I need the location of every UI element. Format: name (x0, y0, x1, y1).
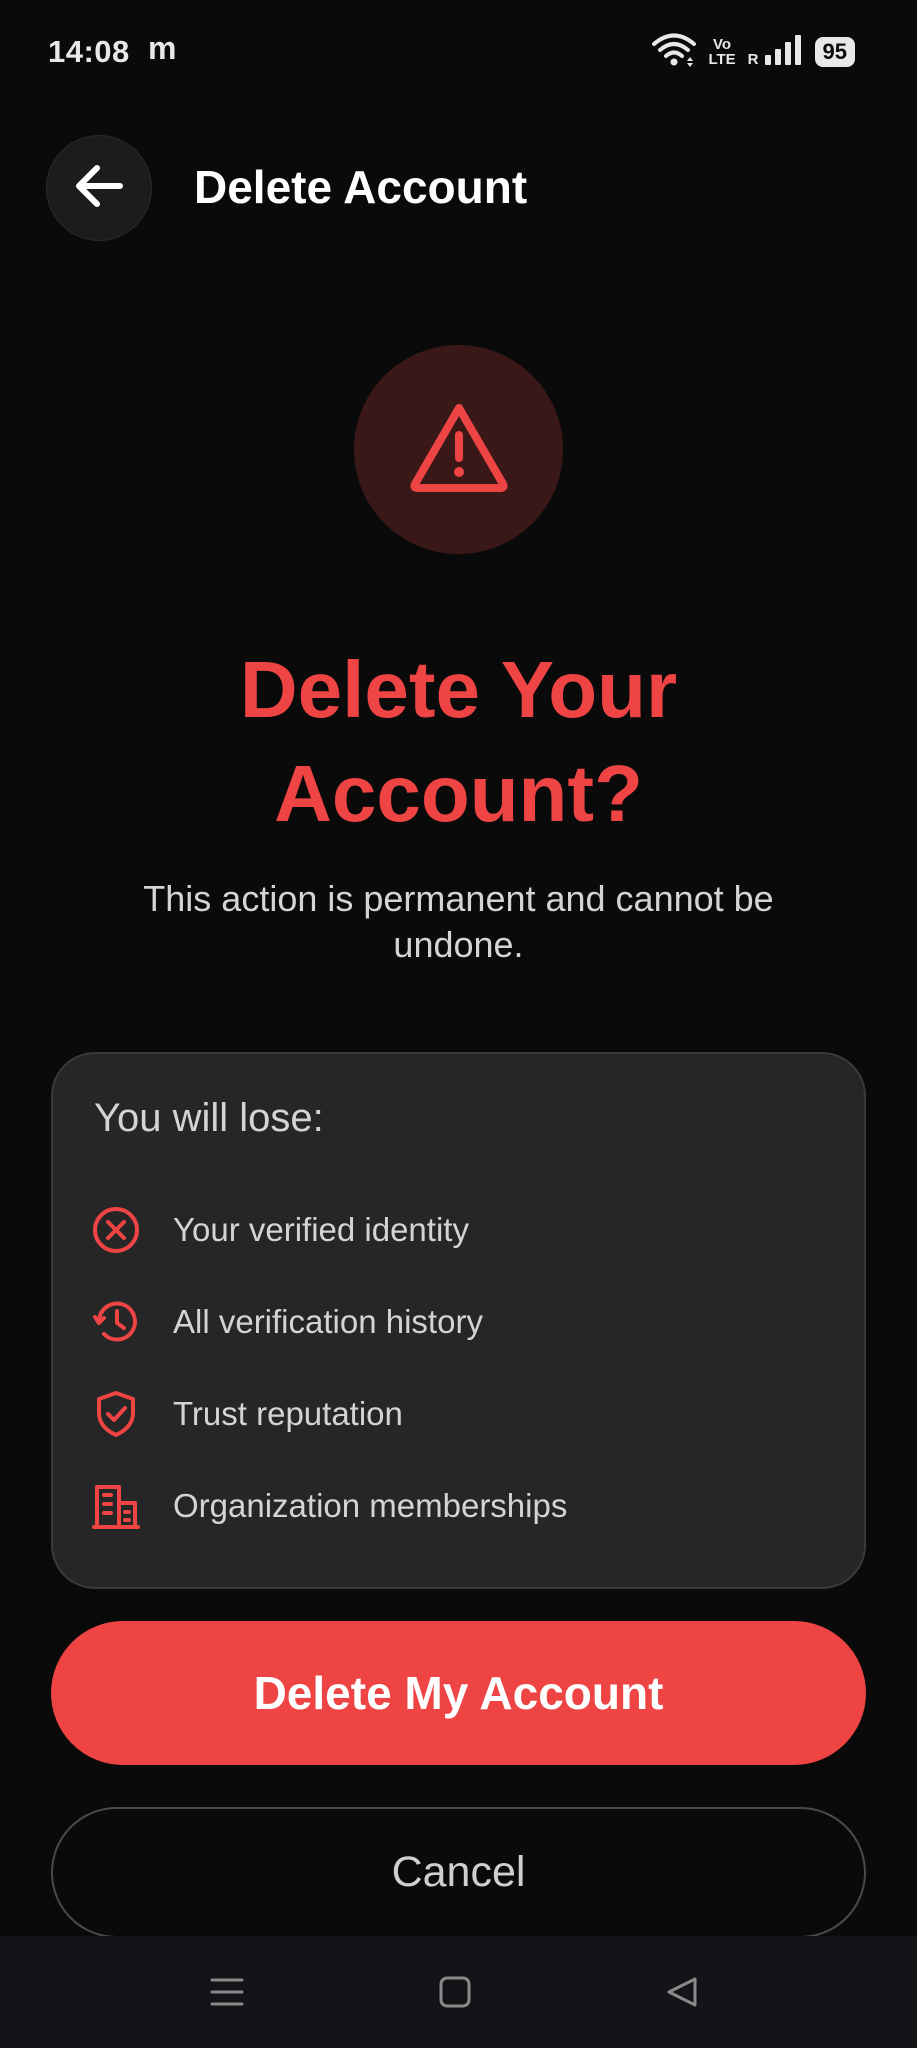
list-item-label: Organization memberships (173, 1487, 568, 1524)
building-icon (91, 1481, 141, 1531)
status-app-indicator: m (148, 30, 177, 66)
warning-triangle-icon (409, 402, 509, 497)
status-bar: 14:08 m Vo LTE R 95 (0, 0, 917, 105)
list-item: All verification history (91, 1294, 483, 1350)
menu-icon[interactable] (199, 1964, 255, 2020)
arrow-left-icon (74, 163, 124, 214)
page-title: Delete Account (194, 161, 528, 213)
warning-title: Delete Your Account? (0, 638, 917, 846)
status-time: 14:08 (48, 34, 130, 69)
list-item: Organization memberships (91, 1478, 567, 1534)
x-circle-icon (91, 1205, 141, 1255)
list-item-label: Your verified identity (173, 1211, 469, 1248)
loss-heading: You will lose: (94, 1096, 324, 1140)
home-icon[interactable] (427, 1964, 483, 2020)
volte-indicator: Vo LTE (708, 37, 735, 67)
cancel-button[interactable]: Cancel (51, 1807, 866, 1938)
system-nav-bar (0, 1936, 917, 2048)
warning-subtitle: This action is permanent and cannot be u… (143, 878, 774, 965)
delete-account-button[interactable]: Delete My Account (51, 1621, 866, 1765)
back-button[interactable] (46, 135, 152, 241)
history-icon (91, 1297, 141, 1347)
status-icons: Vo LTE R 95 (652, 33, 855, 72)
signal-icon (763, 33, 803, 72)
roaming-indicator: R (747, 50, 759, 68)
wifi-icon (652, 33, 697, 72)
list-item: Trust reputation (91, 1386, 403, 1442)
warning-title-line1: Delete Your (239, 645, 678, 734)
warning-title-line2: Account? (274, 749, 643, 838)
list-item-label: All verification history (173, 1303, 483, 1340)
back-icon[interactable] (654, 1964, 710, 2020)
battery-indicator: 95 (814, 37, 855, 67)
shield-check-icon (91, 1389, 141, 1439)
volte-bottom: LTE (708, 51, 736, 68)
list-item: Your verified identity (91, 1202, 469, 1258)
loss-card: You will lose: Your verified identity Al… (51, 1052, 866, 1589)
warning-badge (354, 345, 563, 554)
list-item-label: Trust reputation (173, 1395, 403, 1432)
